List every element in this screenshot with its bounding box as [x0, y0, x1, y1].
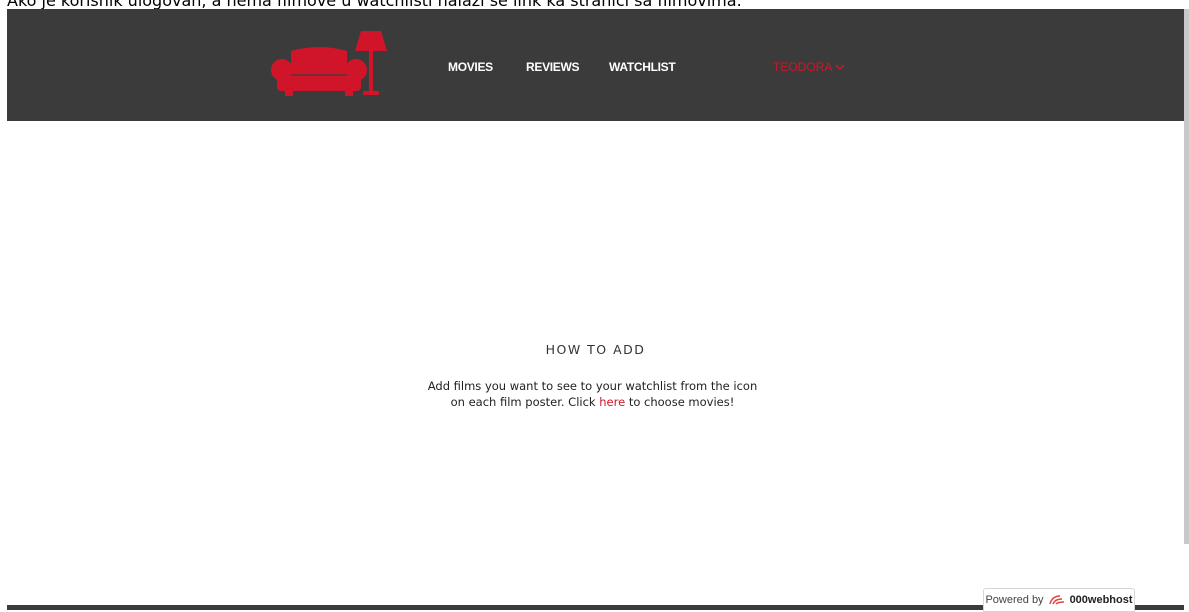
page-scrollbar[interactable] — [1184, 9, 1189, 544]
nav-movies[interactable]: MOVIES — [448, 60, 493, 74]
webhost-swirl-icon — [1048, 595, 1064, 605]
choose-movies-link[interactable]: here — [599, 395, 625, 409]
user-name: TEODORA — [773, 60, 833, 74]
powered-by-label: Powered by — [985, 594, 1044, 606]
user-dropdown[interactable]: TEODORA — [773, 60, 845, 74]
top-navbar: MOVIES REVIEWS WATCHLIST TEODORA — [7, 9, 1184, 121]
powered-by-badge[interactable]: Powered by 000webhost — [983, 588, 1135, 612]
chevron-down-icon — [835, 63, 845, 70]
how-to-add-title: HOW TO ADD — [545, 342, 646, 357]
sofa-lamp-logo-icon — [271, 31, 387, 96]
main-content: HOW TO ADD Add films you want to see to … — [7, 121, 1184, 606]
webhost-brand: 000webhost — [1069, 594, 1133, 606]
how-to-add-text: Add films you want to see to your watchl… — [425, 378, 760, 410]
instructions-text-end: to choose movies! — [625, 395, 735, 409]
site-logo[interactable] — [269, 29, 399, 101]
nav-reviews[interactable]: REVIEWS — [526, 60, 580, 74]
nav-watchlist[interactable]: WATCHLIST — [609, 60, 676, 74]
